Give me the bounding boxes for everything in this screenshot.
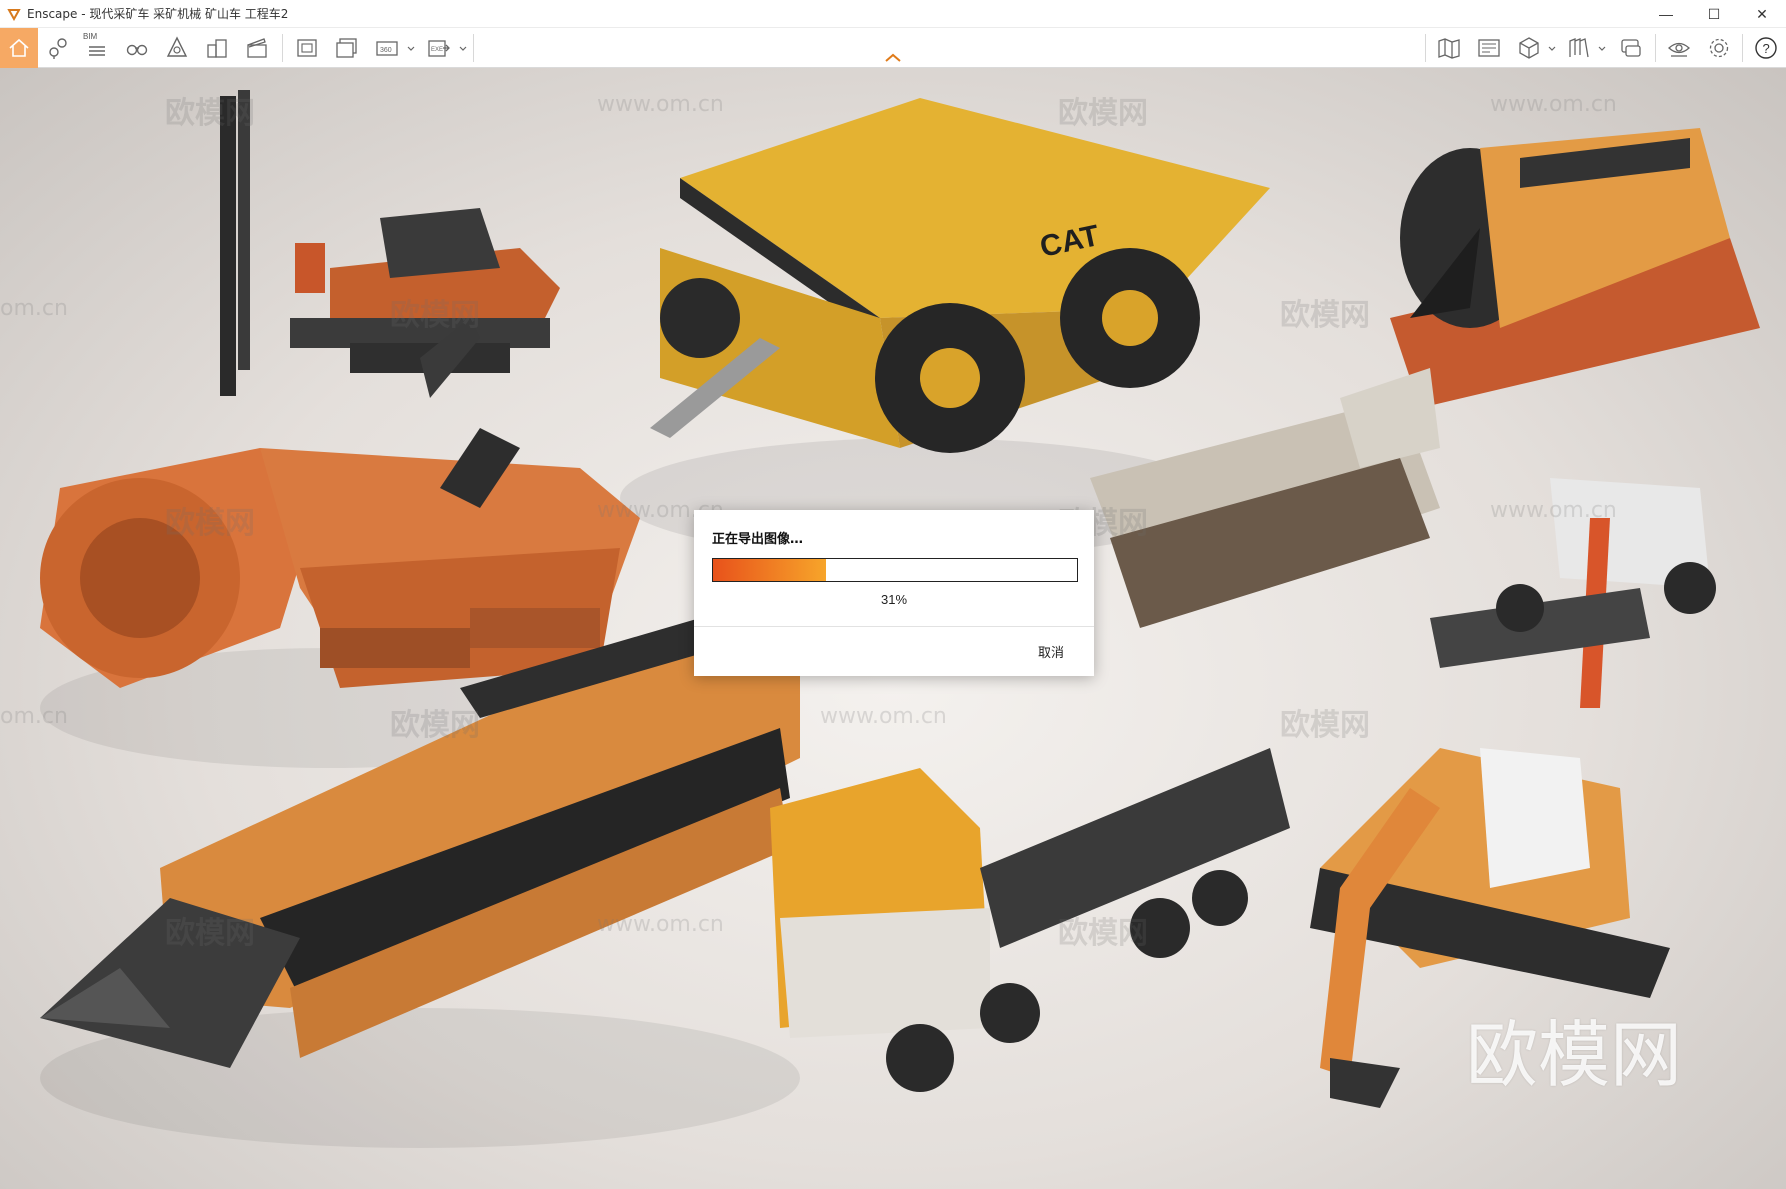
chevron-down-icon[interactable] [458, 42, 468, 54]
close-button[interactable]: ✕ [1738, 0, 1786, 28]
watermark-big-brand: 欧模网 [1466, 1013, 1683, 1097]
home-icon [9, 38, 29, 57]
batch-render-icon [336, 38, 357, 58]
pin-button[interactable] [41, 31, 75, 65]
watermark-brand: 欧模网 [165, 916, 255, 951]
watermark-url: www.om.cn [597, 912, 724, 937]
progress-fill [713, 559, 826, 581]
object-button[interactable] [1512, 31, 1546, 65]
toolbar-separator [282, 34, 283, 62]
pin-icon [49, 38, 67, 59]
window-controls: — ☐ ✕ [1642, 0, 1786, 28]
batch-render-button[interactable] [330, 31, 364, 65]
bucket-wheel-excavator-model [40, 318, 640, 688]
buildings-icon [207, 39, 227, 58]
asset-library-icon [1478, 39, 1500, 57]
watermark-url-partial: om.cn [0, 704, 68, 729]
dialog-divider [694, 626, 1094, 627]
buildings-button[interactable] [200, 31, 234, 65]
export-progress-dialog: 正在导出图像… 31% 取消 [694, 510, 1094, 676]
watermark-url: www.om.cn [1490, 92, 1617, 117]
asset-library-button[interactable] [1472, 31, 1506, 65]
chevron-down-icon[interactable] [406, 42, 416, 54]
watermark-brand: 欧模网 [390, 298, 480, 333]
map-button[interactable] [1432, 31, 1466, 65]
visual-settings-button[interactable] [1662, 31, 1696, 65]
enscape-logo-icon [7, 8, 21, 21]
cube-icon [1519, 37, 1539, 59]
views-button[interactable] [120, 31, 154, 65]
collaboration-icon [1621, 39, 1641, 57]
watermark-brand: 欧模网 [165, 96, 255, 131]
video-editor-button[interactable] [240, 31, 274, 65]
atmosphere-icon [166, 36, 188, 57]
toolbar-separator [1425, 34, 1426, 62]
title-bar: Enscape - 现代采矿车 采矿机械 矿山车 工程车2 — ☐ ✕ [0, 0, 1786, 28]
watermark-brand: 欧模网 [1280, 298, 1370, 333]
bim-button[interactable]: BIM [80, 31, 114, 65]
chassis-truck-model [770, 748, 1290, 1092]
materials-button[interactable] [1562, 31, 1596, 65]
toolbar-separator [1742, 34, 1743, 62]
dialog-title: 正在导出图像… [712, 532, 804, 547]
export-button[interactable]: EXE [422, 31, 456, 65]
export-exe-icon: EXE [428, 40, 450, 57]
watermark-brand: 欧模网 [165, 506, 255, 541]
watermark-url: www.om.cn [820, 704, 947, 729]
settings-gear-icon [1709, 38, 1729, 58]
watermark-brand: 欧模网 [1280, 708, 1370, 743]
minimize-button[interactable]: — [1642, 0, 1690, 28]
bim-label: BIM [83, 32, 98, 41]
toolbar-separator [473, 34, 474, 62]
panorama-360-icon: 360 [376, 41, 398, 56]
watermark-brand: 欧模网 [390, 708, 480, 743]
svg-text:EXE: EXE [431, 47, 443, 53]
watermark-url: www.om.cn [597, 92, 724, 117]
drill-rig-model [220, 90, 560, 396]
help-icon: ? [1755, 37, 1777, 59]
screenshot-icon [297, 39, 317, 57]
svg-text:?: ? [1763, 41, 1770, 56]
watermark-brand: 欧模网 [1058, 916, 1148, 951]
home-button[interactable] [0, 28, 38, 68]
panorama-button[interactable]: 360 [370, 31, 404, 65]
window-title: Enscape - 现代采矿车 采矿机械 矿山车 工程车2 [27, 7, 289, 21]
maximize-button[interactable]: ☐ [1690, 0, 1738, 28]
clapper-icon [247, 38, 267, 58]
toolbar-separator [1655, 34, 1656, 62]
tunnel-boring-machine-model [1390, 128, 1760, 408]
binoculars-icon [126, 44, 148, 56]
collaboration-button[interactable] [1614, 31, 1648, 65]
screenshot-button[interactable] [290, 31, 324, 65]
dump-truck-model: CAT [650, 98, 1270, 453]
cancel-button[interactable]: 取消 [1038, 642, 1064, 661]
settings-button[interactable] [1702, 31, 1736, 65]
watermark-brand: 欧模网 [1058, 96, 1148, 131]
chevron-down-icon[interactable] [1597, 42, 1607, 54]
watermark-url-partial: om.cn [0, 296, 68, 321]
visual-settings-icon [1668, 42, 1690, 57]
atmosphere-button[interactable] [160, 31, 194, 65]
collapse-toolbar-icon[interactable] [884, 53, 902, 63]
progress-bar [712, 558, 1078, 582]
map-icon [1438, 38, 1460, 59]
watermark-url: www.om.cn [1490, 498, 1617, 523]
materials-icon [1569, 38, 1589, 58]
progress-percent-text: 31% [880, 592, 908, 607]
svg-text:360: 360 [380, 47, 392, 54]
chevron-down-icon[interactable] [1547, 42, 1557, 54]
help-button[interactable]: ? [1749, 31, 1783, 65]
